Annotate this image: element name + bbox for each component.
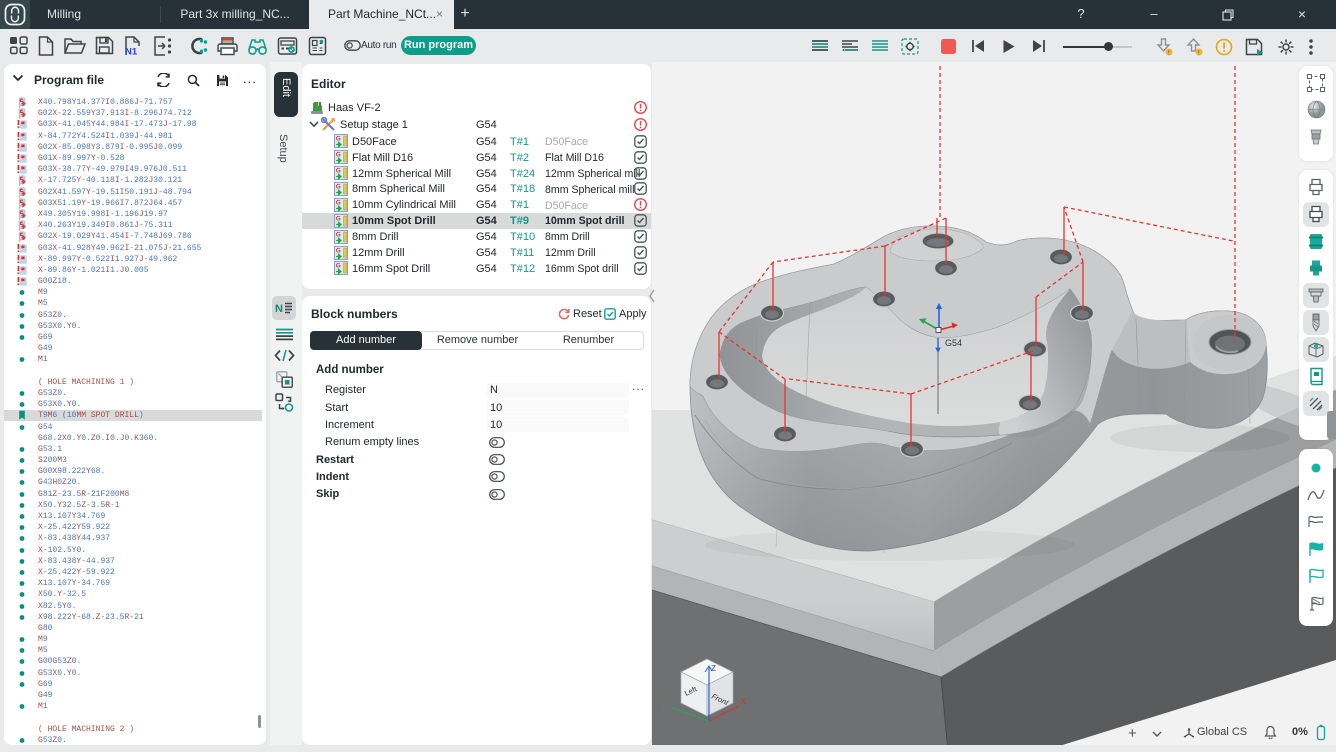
- svg-text:N1: N1: [125, 47, 138, 57]
- svg-text:Z: Z: [711, 664, 716, 673]
- svg-text:N: N: [275, 303, 283, 315]
- svg-text:Y: Y: [661, 700, 667, 709]
- svg-text:X: X: [741, 697, 747, 706]
- svg-text:G54: G54: [945, 338, 962, 348]
